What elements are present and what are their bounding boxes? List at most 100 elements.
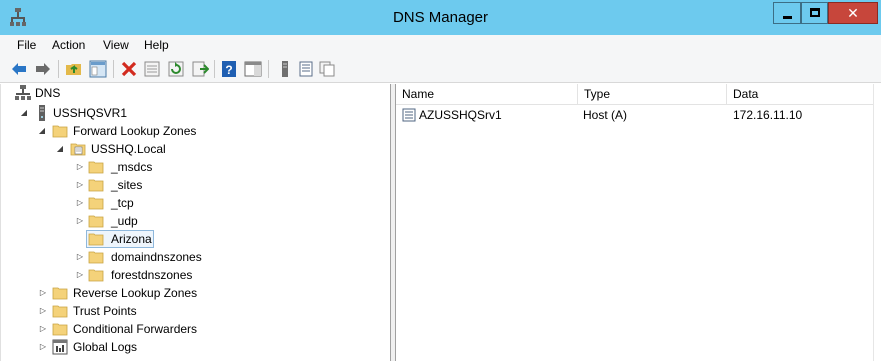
records-icon[interactable] — [297, 60, 315, 78]
column-header-data[interactable]: Data — [727, 84, 873, 105]
expand-arrow-icon[interactable]: ▷ — [75, 248, 85, 266]
folder-icon — [88, 197, 104, 210]
server-icon — [39, 105, 45, 121]
records-list: Name Type Data AZUSSHQSrv1 Host (A) 172.… — [396, 84, 873, 361]
tree-label: Forward Lookup Zones — [73, 124, 197, 138]
tree-node-zone-usshq-local[interactable]: ◢ USSHQ.Local — [1, 140, 391, 158]
svg-text:?: ? — [225, 63, 232, 77]
tree-label: USSHQSVR1 — [53, 106, 128, 120]
folder-icon — [88, 251, 104, 264]
menu-action[interactable]: Action — [52, 38, 85, 52]
toolbar-separator — [58, 60, 59, 78]
refresh-icon[interactable] — [167, 60, 185, 78]
minimize-icon — [783, 16, 792, 19]
window-title: DNS Manager — [392, 9, 489, 26]
toolbar-separator — [214, 60, 215, 78]
delete-icon[interactable] — [120, 60, 138, 78]
menu-bar: File Action View Help — [0, 35, 881, 55]
maximize-icon — [810, 8, 820, 17]
tree-node-reverse-lookup-zones[interactable]: ▷ Reverse Lookup Zones — [1, 284, 391, 302]
export-list-icon[interactable] — [191, 60, 209, 78]
tree-node-subfolder[interactable]: ▷ _udp — [1, 212, 391, 230]
folder-icon — [88, 233, 104, 246]
menu-help[interactable]: Help — [144, 38, 169, 52]
toolbar: ? — [0, 55, 881, 83]
dns-icon — [15, 85, 31, 100]
folder-icon — [52, 305, 68, 318]
tree-label: _msdcs — [111, 160, 153, 174]
tree-node-subfolder[interactable]: ▷ _msdcs — [1, 158, 391, 176]
tree-label: DNS — [35, 86, 61, 100]
toolbar-separator — [113, 60, 114, 78]
expand-arrow-icon[interactable]: ▷ — [75, 158, 85, 176]
folder-icon — [52, 287, 68, 300]
folder-icon — [52, 323, 68, 336]
column-header-name[interactable]: Name — [396, 84, 578, 105]
tree-node-subfolder[interactable]: ▷ _tcp — [1, 194, 391, 212]
maximize-button[interactable] — [801, 2, 828, 24]
folder-icon — [88, 179, 104, 192]
expand-arrow-icon[interactable]: ▷ — [38, 284, 48, 302]
expand-arrow-icon[interactable]: ▷ — [75, 266, 85, 284]
menu-view[interactable]: View — [103, 38, 129, 52]
tree-node-conditional-forwarders[interactable]: ▷ Conditional Forwarders — [1, 320, 391, 338]
close-icon: ✕ — [847, 5, 859, 21]
collapse-arrow-icon[interactable]: ◢ — [19, 104, 29, 122]
tree-label: USSHQ.Local — [91, 142, 166, 156]
expand-arrow-icon[interactable]: ▷ — [38, 302, 48, 320]
title-bar[interactable]: DNS Manager ✕ — [0, 0, 881, 35]
minimize-button[interactable] — [773, 2, 801, 24]
forward-arrow-icon[interactable] — [34, 60, 52, 78]
collapse-arrow-icon[interactable]: ◢ — [37, 122, 47, 140]
expand-arrow-icon[interactable]: ▷ — [38, 320, 48, 338]
tree-label: Reverse Lookup Zones — [73, 286, 198, 300]
show-hide-action-pane-icon[interactable] — [244, 60, 262, 78]
folder-icon — [52, 125, 68, 138]
help-icon[interactable]: ? — [220, 60, 238, 78]
collapse-arrow-icon[interactable]: ◢ — [55, 140, 65, 158]
tree-label: forestdnszones — [111, 268, 193, 282]
properties-icon[interactable] — [143, 60, 161, 78]
log-icon — [52, 339, 68, 355]
tree-node-dns[interactable]: DNS — [1, 84, 391, 102]
console-tree: DNS ◢ USSHQSVR1 ◢ Forward Lookup Zones ◢… — [0, 84, 391, 361]
tree-label: Conditional Forwarders — [73, 322, 198, 336]
tree-label: _sites — [111, 178, 143, 192]
menu-file[interactable]: File — [17, 38, 36, 52]
tree-node-forward-lookup-zones[interactable]: ◢ Forward Lookup Zones — [1, 122, 391, 140]
tree-node-server[interactable]: ◢ USSHQSVR1 — [1, 104, 391, 122]
tree-label: Trust Points — [73, 304, 137, 318]
column-header-type[interactable]: Type — [578, 84, 727, 105]
server-icon[interactable] — [276, 60, 294, 78]
zone-icon — [70, 143, 86, 156]
tree-label: _tcp — [111, 196, 134, 210]
vertical-scrollbar[interactable] — [873, 84, 881, 361]
tree-label: Global Logs — [73, 340, 138, 354]
expand-arrow-icon[interactable]: ▷ — [38, 338, 48, 356]
folder-icon — [88, 215, 104, 228]
tree-label: Arizona — [111, 232, 152, 246]
up-folder-icon[interactable] — [65, 60, 83, 78]
table-row[interactable]: AZUSSHQSrv1 Host (A) 172.16.11.10 — [396, 106, 873, 124]
host-record-icon — [402, 108, 416, 122]
back-arrow-icon[interactable] — [10, 60, 28, 78]
close-button[interactable]: ✕ — [828, 2, 878, 24]
tree-label: domaindnszones — [111, 250, 202, 264]
tree-node-subfolder[interactable]: ▷ domaindnszones — [1, 248, 391, 266]
record-type: Host (A) — [583, 108, 628, 122]
tree-node-subfolder[interactable]: ▷ forestdnszones — [1, 266, 391, 284]
record-data: 172.16.11.10 — [733, 108, 803, 122]
tree-label: _udp — [111, 214, 138, 228]
copy-icon[interactable] — [318, 60, 336, 78]
tree-node-subfolder[interactable]: ▷ _sites — [1, 176, 391, 194]
expand-arrow-icon[interactable]: ▷ — [75, 176, 85, 194]
show-hide-tree-icon[interactable] — [89, 60, 107, 78]
tree-node-subfolder-selected[interactable]: Arizona — [1, 230, 391, 248]
tree-node-global-logs[interactable]: ▷ Global Logs — [1, 338, 391, 356]
expand-arrow-icon[interactable]: ▷ — [75, 212, 85, 230]
toolbar-separator — [268, 60, 269, 78]
folder-icon — [88, 269, 104, 282]
expand-arrow-icon[interactable]: ▷ — [75, 194, 85, 212]
folder-icon — [88, 161, 104, 174]
tree-node-trust-points[interactable]: ▷ Trust Points — [1, 302, 391, 320]
